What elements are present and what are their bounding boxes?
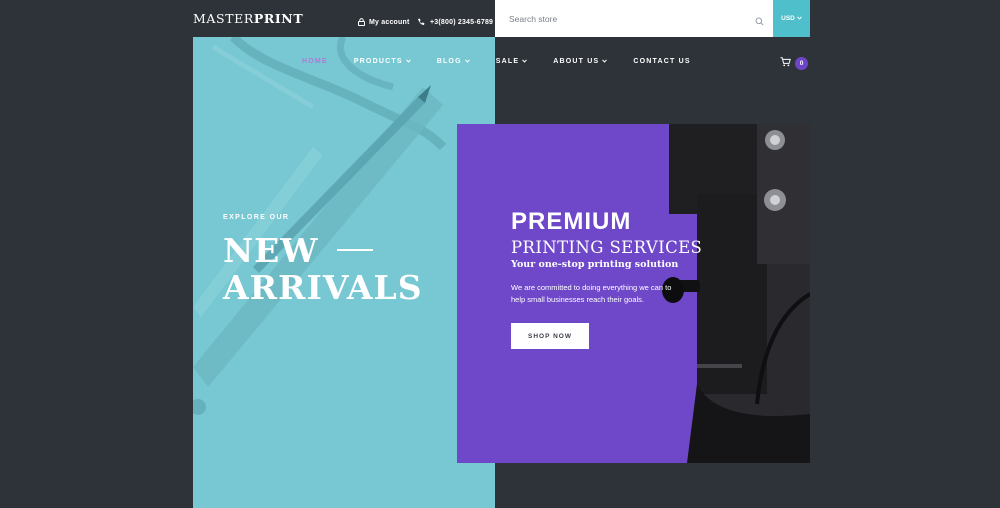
logo-text-bold: PRINT: [253, 11, 304, 26]
phone-icon: [417, 13, 425, 31]
cart-count-badge: 0: [795, 56, 808, 70]
currency-label: USD: [781, 15, 795, 22]
nav-item-label: SALE: [495, 57, 520, 65]
currency-selector[interactable]: USD: [773, 0, 810, 37]
banner-headline: PREMIUM: [511, 208, 632, 235]
search-icon[interactable]: [755, 13, 764, 31]
nav-item-about-us[interactable]: ABOUT US: [553, 57, 608, 65]
logo-text-light: MASTER: [193, 11, 254, 26]
nav-item-label: PRODUCTS: [353, 57, 403, 65]
phone-link[interactable]: +3(800) 2345-6789: [417, 13, 493, 31]
phone-number: +3(800) 2345-6789: [430, 18, 494, 26]
hero-title-line2: ARRIVALS: [223, 268, 423, 307]
banner-tagline: Your one-stop printing solution: [511, 259, 679, 270]
nav-item-products[interactable]: PRODUCTS: [354, 58, 411, 65]
nav-item-label: BLOG: [436, 57, 462, 65]
cart-icon: [780, 54, 791, 72]
hero-eyebrow: EXPLORE OUR: [223, 214, 290, 221]
banner-subheadline: PRINTING SERVICES: [511, 238, 703, 257]
nav-item-label: ABOUT US: [553, 57, 600, 65]
nav-item-home[interactable]: HOME: [302, 58, 328, 65]
main-nav: HOME PRODUCTS BLOG SALE ABOUT US CONTACT…: [302, 54, 717, 68]
chevron-down-icon: [602, 58, 608, 65]
chevron-down-icon: [464, 58, 470, 65]
hero-title-line1: NEW: [223, 231, 319, 270]
page: EXPLORE OUR NEW ARRIVALS MASTERPRINT My …: [0, 0, 1000, 508]
chevron-down-icon: [522, 58, 528, 65]
chevron-down-icon: [405, 58, 411, 65]
cart-button[interactable]: 0: [780, 54, 808, 72]
nav-item-label: CONTACT US: [633, 57, 691, 65]
nav-item-label: HOME: [302, 57, 328, 65]
my-account-label: My account: [369, 18, 410, 26]
site-logo[interactable]: MASTERPRINT: [193, 11, 303, 26]
nav-item-sale[interactable]: SALE: [495, 57, 528, 65]
search-bar: [495, 0, 774, 37]
promo-banner: PREMIUM PRINTING SERVICES Your one-stop …: [457, 124, 810, 463]
nav-item-blog[interactable]: BLOG: [437, 58, 470, 65]
top-bar: MASTERPRINT My account +3(800) 2345-6789…: [193, 0, 810, 37]
shop-now-button[interactable]: SHOP NOW: [511, 323, 589, 349]
search-input[interactable]: [495, 13, 735, 24]
nav-item-contact-us[interactable]: CONTACT US: [633, 58, 690, 65]
my-account-link[interactable]: My account: [358, 13, 410, 31]
chevron-down-icon: [796, 15, 802, 22]
hero-title-rule: [337, 249, 373, 251]
banner-description: We are committed to doing everything we …: [511, 283, 672, 304]
lock-icon: [358, 13, 365, 31]
hero-left-panel: EXPLORE OUR NEW ARRIVALS: [193, 37, 495, 508]
